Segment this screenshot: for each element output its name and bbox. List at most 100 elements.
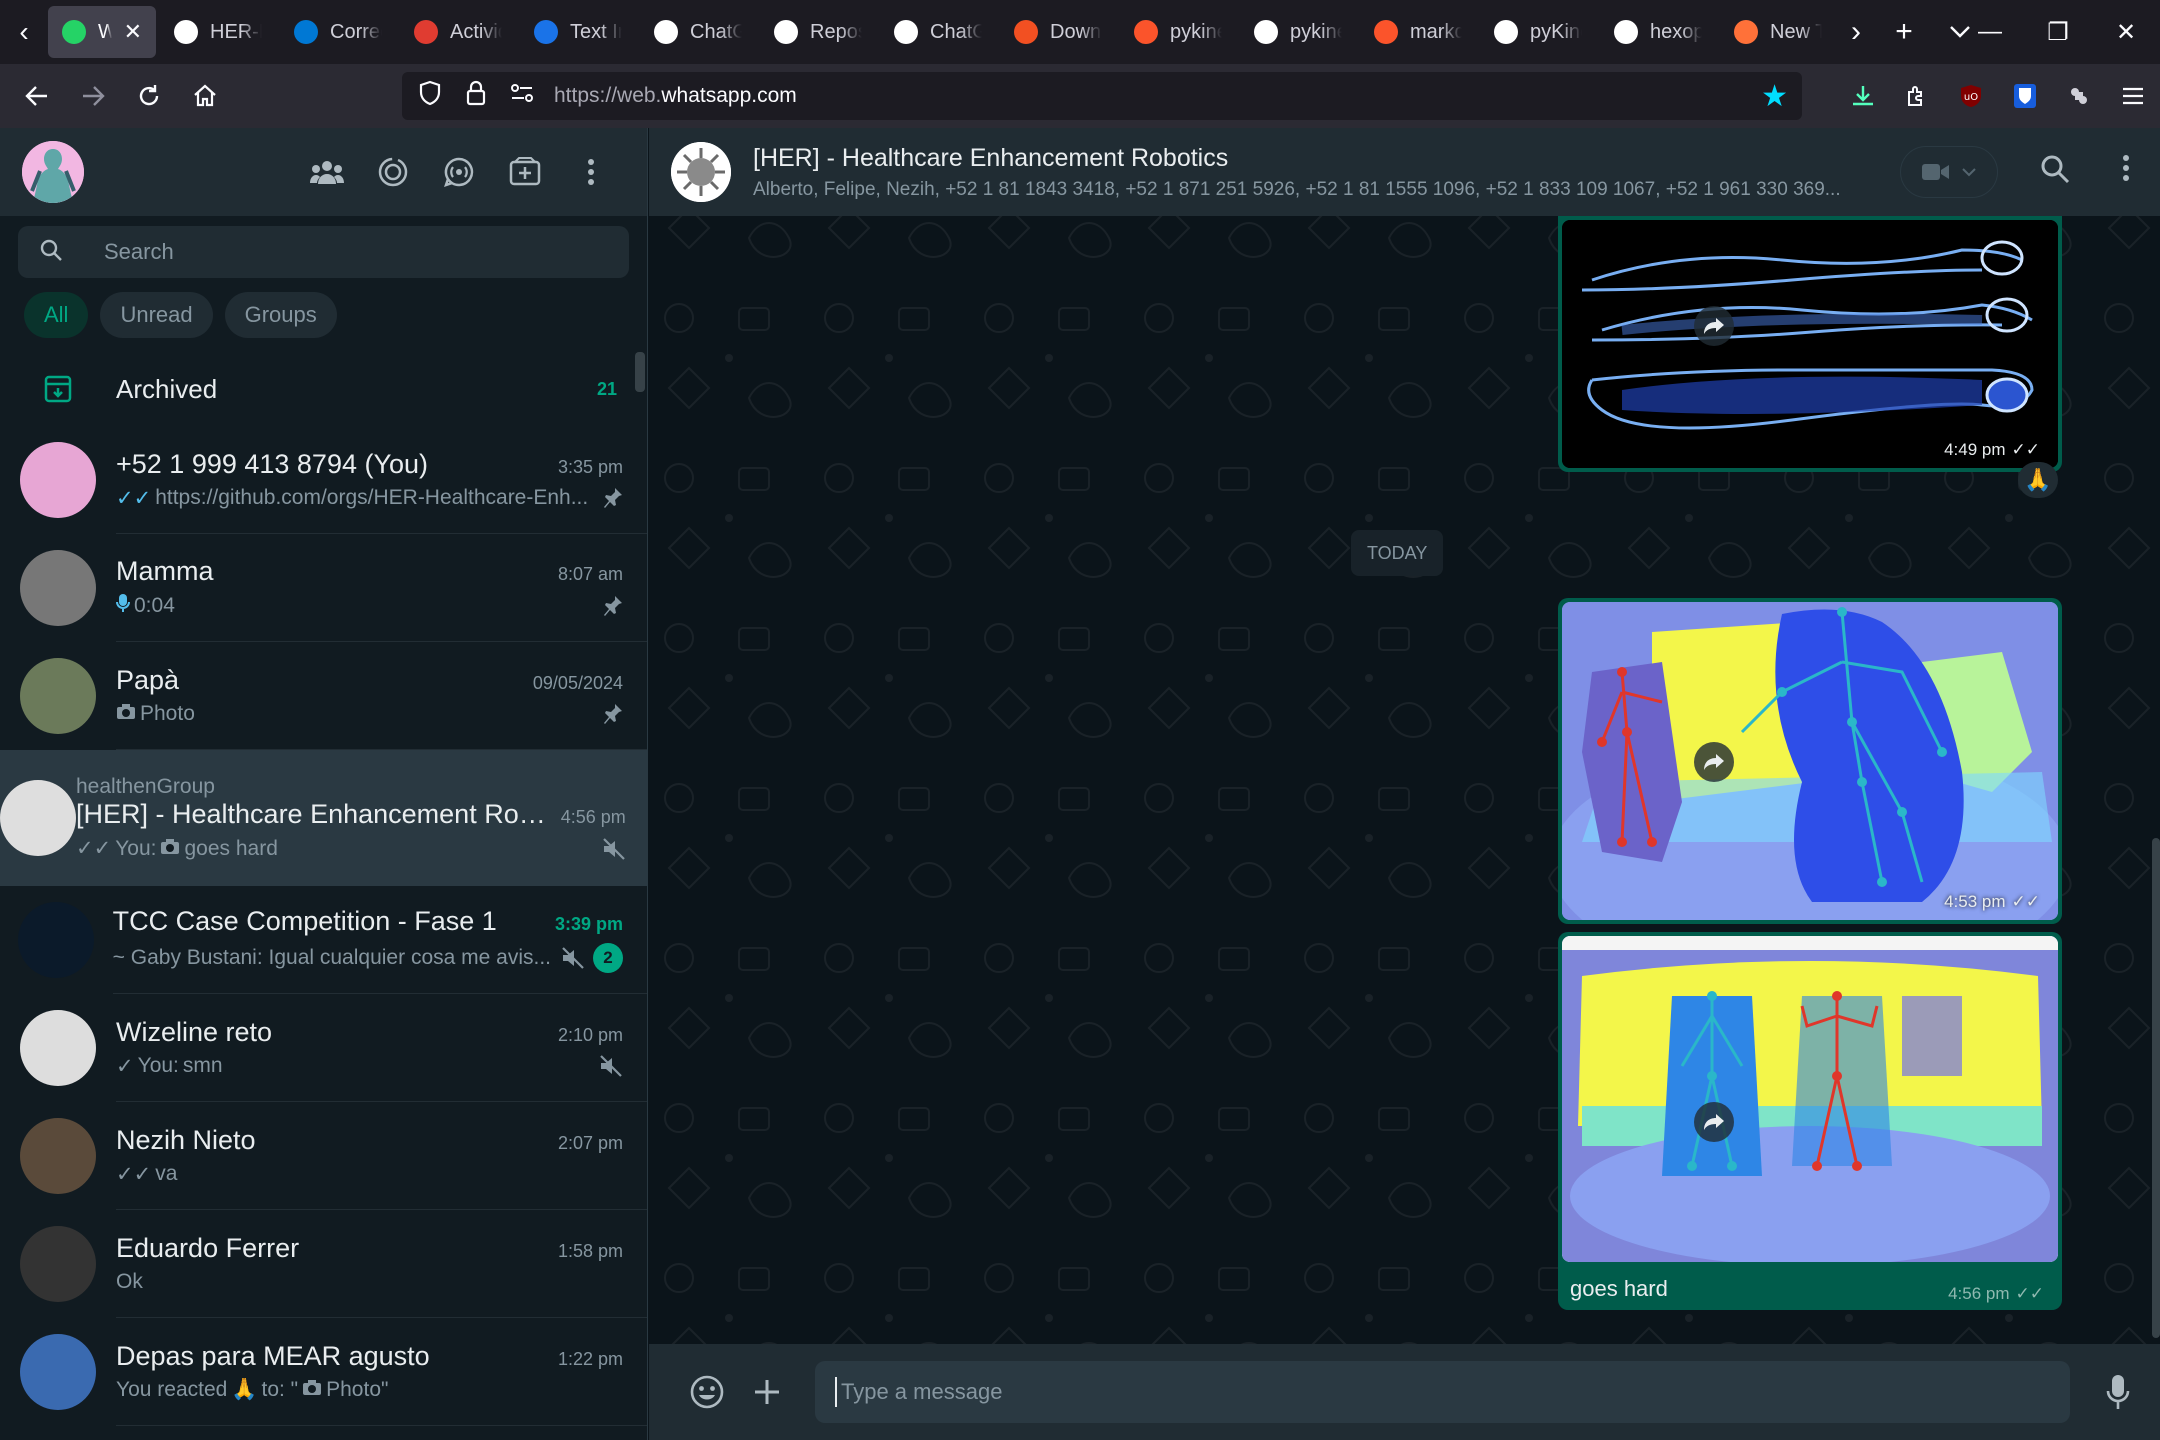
depth-skeleton-image[interactable]: 4:53 pm ✓✓ <box>1562 602 2058 920</box>
conversation-search-icon[interactable] <box>2040 154 2070 189</box>
chat-search[interactable]: Search <box>18 226 629 278</box>
ublock-icon[interactable]: uO <box>1944 69 1998 123</box>
search-placeholder[interactable]: Search <box>104 239 174 265</box>
browser-tab[interactable]: WhatsApp ✕ <box>48 6 156 58</box>
chat-list-item[interactable]: healthenGroup [HER] - Healthcare Enhancem… <box>0 750 647 886</box>
browser-tab[interactable]: pykinect <box>1120 6 1236 58</box>
box-icon <box>1254 20 1278 44</box>
tab-scroll-right-icon[interactable]: › <box>1836 0 1876 64</box>
browser-nav-bar: https://web.whatsapp.com ★ uO <box>0 64 2160 128</box>
chat-list-item[interactable]: Depas para MEAR agusto 1:22 pm You reacted… <box>0 1318 647 1426</box>
browser-tab[interactable]: pykinect <box>1240 6 1356 58</box>
filter-all[interactable]: All <box>24 292 89 338</box>
conversation-header[interactable]: [HER] - Healthcare Enhancement Robotics … <box>649 128 2160 216</box>
chat-list-item[interactable]: Nezih Nieto 2:07 pm ✓✓ va <box>0 1102 647 1210</box>
tracking-shield-icon[interactable] <box>416 80 444 113</box>
url-text[interactable]: https://web.whatsapp.com <box>554 84 797 108</box>
chat-avatar[interactable] <box>20 1010 96 1086</box>
browser-tab[interactable]: hexops <box>1600 6 1716 58</box>
filter-unread[interactable]: Unread <box>100 292 213 338</box>
group-avatar[interactable] <box>671 142 731 202</box>
chat-avatar[interactable] <box>18 902 95 978</box>
browser-tab[interactable]: New Tab <box>1720 6 1836 58</box>
emoji-icon[interactable] <box>677 1374 737 1410</box>
chat-preview-suffix: Photo" <box>326 1378 389 1401</box>
extensions-icon[interactable] <box>1890 69 1944 123</box>
puzzle-icon[interactable] <box>2052 69 2106 123</box>
chat-list-item[interactable]: +52 1 999 413 8794 (You) 3:35 pm ✓✓ https:/… <box>0 426 647 534</box>
reload-icon[interactable] <box>122 69 176 123</box>
microphone-icon[interactable] <box>2106 1374 2130 1415</box>
browser-tab[interactable]: Repositories <box>760 6 876 58</box>
browser-tab[interactable]: Download <box>1000 6 1116 58</box>
sidebar-menu-icon[interactable] <box>573 154 609 190</box>
permissions-icon[interactable] <box>508 82 536 110</box>
video-call-button[interactable] <box>1900 146 1998 198</box>
chat-avatar[interactable] <box>20 550 96 626</box>
status-icon[interactable] <box>375 154 411 190</box>
browser-tab[interactable]: markdown <box>1360 6 1476 58</box>
forward-icon[interactable] <box>1694 742 1734 782</box>
browser-tab[interactable]: ChatGPT <box>640 6 756 58</box>
chat-list-item[interactable]: TCC Case Competition - Fase 1 3:39 pm ~ Ga… <box>0 886 647 994</box>
lock-icon[interactable] <box>462 80 490 113</box>
chat-avatar[interactable] <box>0 780 76 856</box>
downloads-icon[interactable] <box>1836 69 1890 123</box>
new-tab-icon[interactable]: + <box>1876 0 1932 64</box>
message-meta: 4:49 pm ✓✓ <box>1944 440 2040 459</box>
chat-name: Depas para MEAR agusto <box>116 1341 430 1371</box>
browser-tab[interactable]: Text Input <box>520 6 636 58</box>
tab-scroll-left-icon[interactable]: ‹ <box>0 0 48 64</box>
chat-avatar-wrap <box>0 1010 116 1086</box>
xray-image[interactable]: 4:49 pm ✓✓ <box>1562 220 2058 468</box>
close-window-icon[interactable]: ✕ <box>2092 0 2160 64</box>
chat-list-item[interactable]: Wizeline reto 2:10 pm ✓ You: smn <box>0 994 647 1102</box>
chat-avatar[interactable] <box>20 442 96 518</box>
browser-tab[interactable]: HER-Healthcare <box>160 6 276 58</box>
forward-icon[interactable] <box>1694 306 1734 346</box>
conversation-title[interactable]: [HER] - Healthcare Enhancement Robotics <box>753 144 1853 173</box>
filter-groups[interactable]: Groups <box>224 292 337 338</box>
restore-icon[interactable]: ❐ <box>2024 0 2092 64</box>
conversation-menu-icon[interactable] <box>2122 154 2130 187</box>
close-tab-icon[interactable]: ✕ <box>124 19 142 45</box>
chat-avatar[interactable] <box>20 1334 96 1410</box>
url-bar[interactable]: https://web.whatsapp.com ★ <box>402 72 1802 120</box>
channels-icon[interactable] <box>441 154 477 190</box>
bitwarden-icon[interactable] <box>1998 69 2052 123</box>
chat-avatar[interactable] <box>20 1226 96 1302</box>
message-image-xray[interactable]: 4:49 pm ✓✓ <box>1558 216 2062 472</box>
forward-icon[interactable] <box>66 69 120 123</box>
home-icon[interactable] <box>178 69 232 123</box>
browser-tab-title: pykinect <box>1170 20 1222 43</box>
new-chat-icon[interactable] <box>507 154 543 190</box>
browser-tab[interactable]: Actividad <box>400 6 516 58</box>
back-icon[interactable] <box>10 69 64 123</box>
forward-icon[interactable] <box>1694 1102 1734 1142</box>
browser-tab[interactable]: Correo <box>280 6 396 58</box>
message-reaction[interactable]: 🙏 <box>2018 462 2058 498</box>
chat-avatar[interactable] <box>20 658 96 734</box>
communities-icon[interactable] <box>309 154 345 190</box>
conversation-members[interactable]: Alberto, Felipe, Nezih, +52 1 81 1843 34… <box>753 179 1853 201</box>
conversation-scrollbar[interactable] <box>2152 838 2160 1338</box>
chat-preview: ✓✓ https://github.com/orgs/HER-Healthcare… <box>116 486 593 511</box>
pin-icon <box>603 703 623 725</box>
chat-list-item[interactable]: Mamma 8:07 am 0:04 <box>0 534 647 642</box>
attach-plus-icon[interactable] <box>737 1377 797 1407</box>
app-menu-icon[interactable] <box>2106 69 2160 123</box>
sidebar-scrollbar[interactable] <box>635 352 645 392</box>
message-image-depth-2[interactable]: goes hard 4:56 pm ✓✓ <box>1558 932 2062 1310</box>
depth-skeleton-image-2[interactable] <box>1562 936 2058 1262</box>
archived-row[interactable]: Archived 21 <box>0 352 647 426</box>
chat-avatar[interactable] <box>20 1118 96 1194</box>
message-image-depth-1[interactable]: 4:53 pm ✓✓ <box>1558 598 2062 924</box>
browser-tab[interactable]: pyKinect <box>1480 6 1596 58</box>
my-profile-avatar[interactable] <box>22 141 84 203</box>
chat-list-item[interactable]: Eduardo Ferrer 1:58 pm Ok <box>0 1210 647 1318</box>
bookmark-star-icon[interactable]: ★ <box>1761 79 1788 114</box>
browser-tab[interactable]: ChatGPT <box>880 6 996 58</box>
minimize-icon[interactable]: — <box>1956 0 2024 64</box>
message-input[interactable]: Type a message <box>815 1361 2070 1423</box>
chat-list-item[interactable]: Papà 09/05/2024 Photo <box>0 642 647 750</box>
